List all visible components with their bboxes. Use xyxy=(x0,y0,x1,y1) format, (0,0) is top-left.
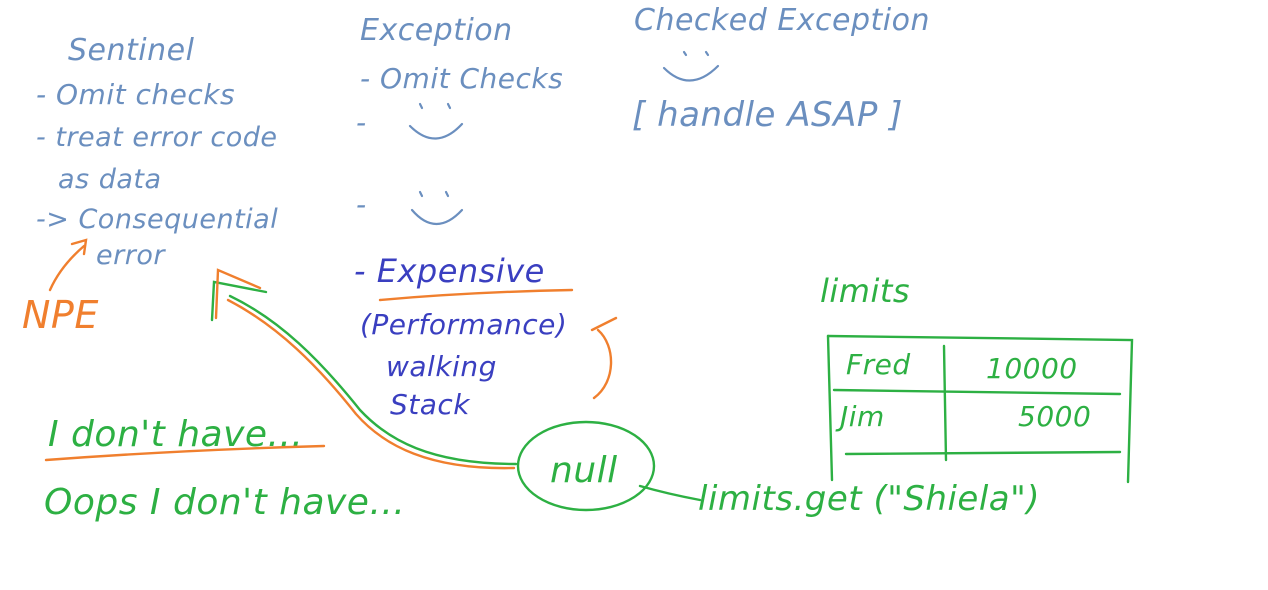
null-bubble: null xyxy=(516,420,702,512)
sentinel-title: Sentinel xyxy=(68,33,195,68)
sentinel-item-treat-error-code: - treat error code xyxy=(36,122,277,153)
null-connector xyxy=(638,484,702,502)
table-cell-value: 5000 xyxy=(1018,400,1091,433)
checked-exception-handle-asap: [ handle ASAP ] xyxy=(632,95,903,135)
sentinel-item-omit-checks: - Omit checks xyxy=(36,78,235,111)
limits-table-divider xyxy=(942,344,948,462)
performance-bracket xyxy=(592,328,613,400)
dont-have-section: I don't have... Oops I don't have... xyxy=(44,414,405,523)
performance-bracket-tip xyxy=(590,316,618,332)
null-label: null xyxy=(550,450,618,491)
npe-arrow xyxy=(48,244,86,292)
sentinel-item-consequential: -> Consequential xyxy=(36,204,278,235)
checked-exception-column: Checked Exception [ handle ASAP ] xyxy=(632,3,930,135)
limits-get-call: limits.get ("Shiela") xyxy=(698,479,1040,519)
npe-label: NPE xyxy=(22,293,99,337)
sentinel-item-as-data: as data xyxy=(58,164,162,195)
smiley-icon-3 xyxy=(662,50,720,82)
limits-table-row-line-2 xyxy=(844,450,1122,456)
table-cell-name: Fred xyxy=(846,348,911,381)
exception-stack: Stack xyxy=(390,388,471,421)
checked-exception-title: Checked Exception xyxy=(634,3,930,38)
exception-item-omit-checks: - Omit Checks xyxy=(360,62,563,95)
smiley-icon-1 xyxy=(408,102,464,140)
limits-table: limits Fred 10000 Jim 5000 xyxy=(820,272,1134,484)
npe-annotation: NPE xyxy=(22,238,99,337)
exception-dash-2: - xyxy=(356,106,367,139)
exception-performance: (Performance) xyxy=(360,308,567,341)
sentinel-item-error: error xyxy=(96,240,166,271)
oops-text: Oops I don't have... xyxy=(44,482,405,523)
table-cell-value: 10000 xyxy=(986,352,1078,385)
smiley-icon-2 xyxy=(410,190,464,225)
exception-walking: walking xyxy=(386,350,497,383)
table-row: Fred 10000 xyxy=(846,348,1078,385)
exception-dash-3: - xyxy=(356,188,367,221)
expensive-underline xyxy=(378,288,574,302)
exception-column: Exception - Omit Checks - - - Expensive … xyxy=(354,13,618,421)
table-row: Jim 5000 xyxy=(835,400,1091,433)
limits-table-row-line-1 xyxy=(832,388,1122,396)
exception-expensive: - Expensive xyxy=(354,252,545,290)
table-cell-name: Jim xyxy=(835,400,885,433)
exception-title: Exception xyxy=(360,13,513,48)
sentinel-column: Sentinel - Omit checks - treat error cod… xyxy=(36,33,278,271)
limits-table-left-border xyxy=(826,334,834,482)
limits-table-title: limits xyxy=(820,272,910,310)
whiteboard-canvas: Sentinel - Omit checks - treat error cod… xyxy=(22,3,1134,523)
